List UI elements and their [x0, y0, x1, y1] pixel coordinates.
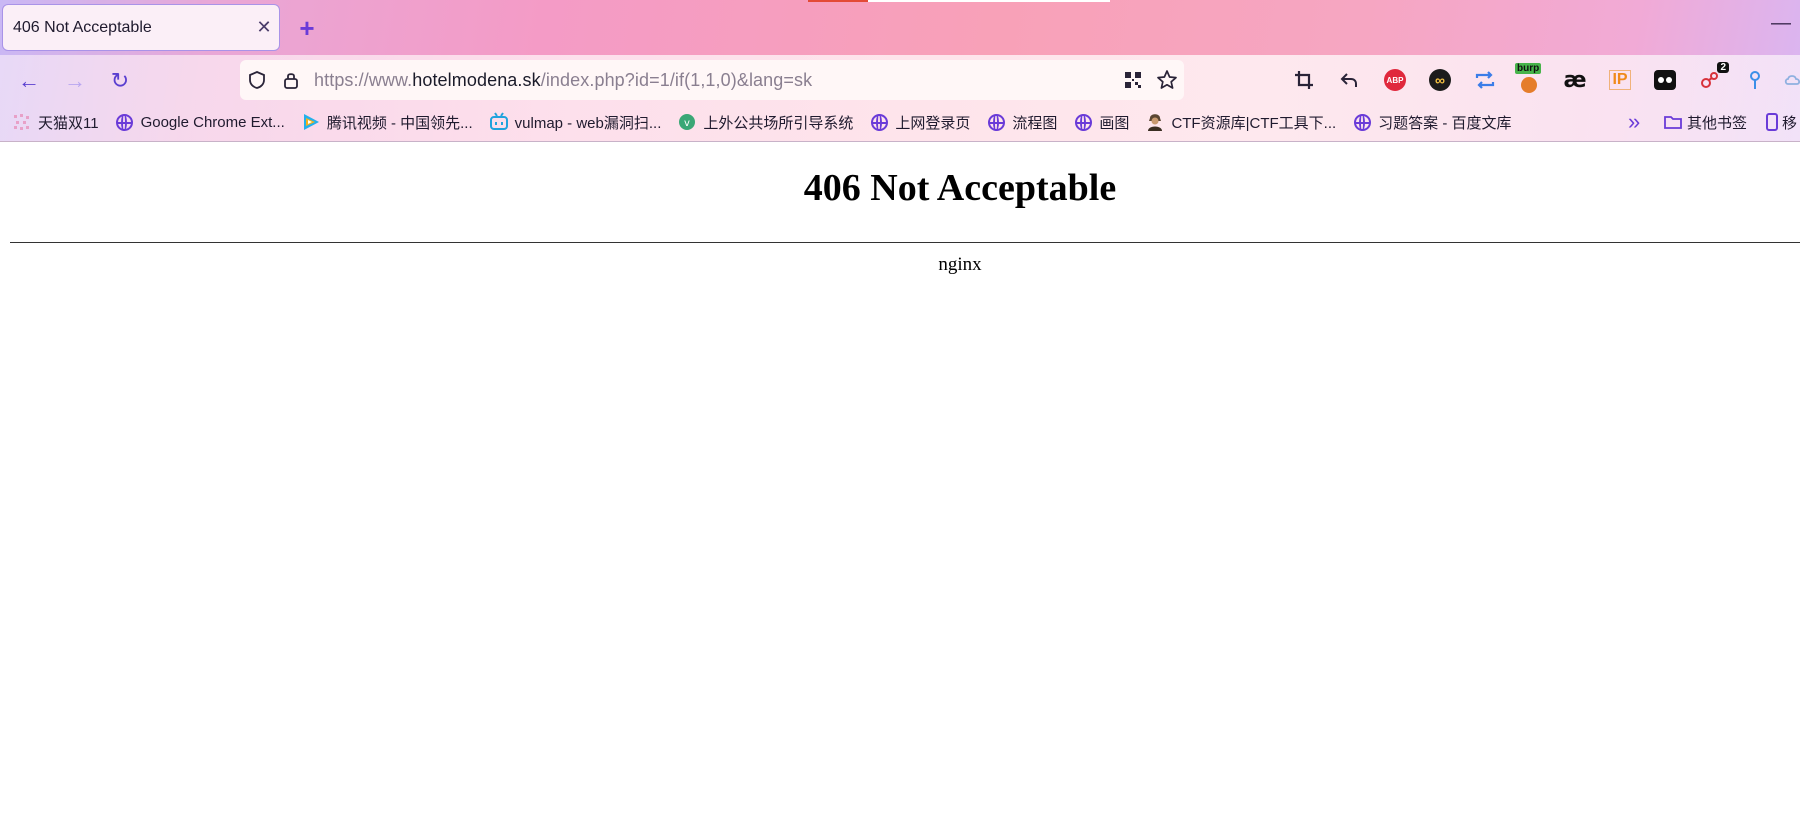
other-bookmarks-folder[interactable]: 其他书签: [1664, 108, 1747, 136]
tab-close-icon[interactable]: ✕: [249, 17, 279, 38]
bookmark-item-ctf[interactable]: CTF资源库|CTF工具下...: [1145, 112, 1336, 133]
lock-icon[interactable]: [274, 63, 308, 97]
bilibili-icon: [489, 112, 509, 132]
mobile-icon: [1766, 113, 1778, 131]
bookmark-label: 上外公共场所引导系统: [703, 114, 854, 132]
url-scheme: https://www.: [314, 69, 413, 90]
ae-label: æ: [1563, 67, 1587, 93]
bookmark-label: 天猫双11: [38, 114, 99, 132]
infinity-glyph: ∞: [1429, 69, 1451, 91]
bookmark-item-vulmap[interactable]: vulmap - web漏洞扫...: [489, 112, 662, 133]
reload-icon: ↻: [110, 68, 130, 93]
tampermonkey-icon[interactable]: [1650, 65, 1680, 95]
bookmark-item-drawing[interactable]: 画图: [1073, 112, 1129, 133]
globe-icon: [1352, 112, 1372, 132]
bookmark-item-login-page[interactable]: 上网登录页: [869, 112, 970, 133]
bookmark-star-icon[interactable]: [1150, 63, 1184, 97]
globe-icon: [869, 112, 889, 132]
repeat-icon[interactable]: [1470, 65, 1500, 95]
bookmark-label: CTF资源库|CTF工具下...: [1171, 114, 1337, 132]
vue-icon: v: [677, 112, 697, 132]
bookmark-label: 上网登录页: [895, 114, 971, 132]
other-bookmarks-label: 其他书签: [1687, 114, 1748, 132]
bookmark-label: 习题答案 - 百度文库: [1378, 114, 1512, 132]
adblock-plus-icon[interactable]: ABP: [1380, 65, 1410, 95]
forward-button[interactable]: →: [58, 64, 92, 98]
bookmarks-bar: 天猫双11 Google Chrome Ext... 腾讯视频 - 中国领先..…: [0, 108, 1800, 136]
arrow-left-icon: ←: [18, 68, 40, 93]
undo-icon[interactable]: [1334, 65, 1364, 95]
tmall-icon: [12, 112, 32, 132]
bookmark-label: vulmap - web漏洞扫...: [514, 114, 662, 132]
folder-icon: [1664, 114, 1682, 130]
burp-icon[interactable]: burp: [1515, 63, 1545, 95]
abp-badge: ABP: [1384, 69, 1406, 91]
bookmark-label: 流程图: [1012, 114, 1058, 132]
bookmark-label: Google Chrome Ext...: [140, 113, 285, 131]
qr-code-icon[interactable]: [1116, 63, 1150, 97]
tab-active[interactable]: 406 Not Acceptable ✕: [2, 4, 280, 51]
bookmarks-overflow-button[interactable]: »: [1628, 108, 1640, 136]
new-tab-button[interactable]: +: [290, 11, 324, 45]
reload-button[interactable]: ↻: [103, 64, 137, 98]
svg-text:v: v: [684, 118, 690, 129]
burp-label: burp: [1515, 63, 1542, 74]
url-text[interactable]: https://www.hotelmodena.sk/index.php?id=…: [308, 70, 1116, 91]
divider: [10, 242, 1800, 243]
window-minimize-button[interactable]: —: [1766, 12, 1796, 42]
bookmark-item-tencent-video[interactable]: 腾讯视频 - 中国领先...: [301, 112, 473, 133]
globe-icon: [115, 112, 135, 132]
url-path: /index.php?id=1/if(1,1,0)&lang=sk: [540, 69, 813, 90]
ip-icon[interactable]: IP: [1605, 65, 1635, 95]
hacker-icon: [1145, 112, 1165, 132]
arrow-right-icon: →: [64, 68, 86, 93]
location-pin-icon[interactable]: [1740, 65, 1770, 95]
bookmark-item-flowchart[interactable]: 流程图: [986, 112, 1057, 133]
double-chevron-right-icon: »: [1628, 109, 1641, 134]
link-graph-icon[interactable]: 2: [1695, 62, 1729, 95]
top-accent-bar-light: [868, 0, 1110, 2]
browser-chrome: 406 Not Acceptable ✕ + — ← → ↻ https://w…: [0, 0, 1800, 141]
page-title: 406 Not Acceptable: [803, 167, 1117, 209]
bookmark-item-tmall[interactable]: 天猫双11: [12, 112, 99, 133]
bookmark-item-baidu-wenku[interactable]: 习题答案 - 百度文库: [1352, 112, 1512, 133]
bookmark-label: 腾讯视频 - 中国领先...: [326, 114, 473, 132]
top-accent-bar: [808, 0, 868, 2]
back-button[interactable]: ←: [12, 64, 46, 98]
tab-title: 406 Not Acceptable: [13, 18, 152, 36]
address-bar[interactable]: https://www.hotelmodena.sk/index.php?id=…: [240, 60, 1184, 100]
bookmark-item-chrome-ext[interactable]: Google Chrome Ext...: [115, 112, 285, 132]
url-host: hotelmodena.sk: [412, 69, 541, 90]
globe-icon: [1073, 112, 1093, 132]
server-signature: nginx: [938, 254, 982, 275]
ip-label: IP: [1609, 70, 1631, 90]
notification-badge: 2: [1717, 62, 1729, 73]
crop-icon[interactable]: [1289, 65, 1319, 95]
bookmark-item-shisu-guide[interactable]: v 上外公共场所引导系统: [677, 112, 853, 133]
globe-icon: [986, 112, 1006, 132]
tencent-video-icon: [301, 112, 321, 132]
infinity-icon[interactable]: ∞: [1425, 65, 1455, 95]
mobile-bookmarks-label: 移: [1782, 114, 1798, 132]
shield-icon[interactable]: [240, 63, 274, 97]
ae-icon[interactable]: æ: [1560, 65, 1590, 95]
mobile-bookmarks-folder[interactable]: 移: [1766, 108, 1797, 136]
bookmark-label: 画图: [1099, 114, 1130, 132]
cloud-icon[interactable]: [1778, 65, 1800, 95]
page-content: 406 Not Acceptable nginx: [0, 142, 1800, 834]
